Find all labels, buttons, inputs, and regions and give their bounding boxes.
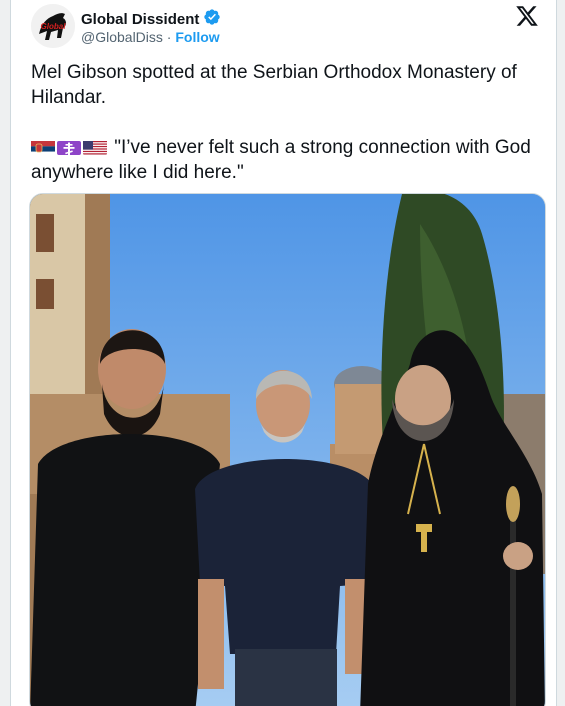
author-display-name[interactable]: Global Dissident xyxy=(81,11,199,28)
us-flag-icon xyxy=(83,139,107,155)
handle-separator: · xyxy=(166,29,172,45)
author-avatar[interactable]: Global xyxy=(31,4,75,48)
verified-badge-icon xyxy=(203,8,221,31)
author-name-row: Global Dissident xyxy=(81,8,221,31)
author-handle-row: @GlobalDiss · Follow xyxy=(81,29,220,45)
orthodox-cross-icon xyxy=(57,139,81,155)
tweet-text-line: Mel Gibson spotted at the Serbian Orthod… xyxy=(31,62,517,108)
svg-text:Global: Global xyxy=(41,22,67,31)
tweet-body: Mel Gibson spotted at the Serbian Orthod… xyxy=(31,60,538,185)
x-logo-icon[interactable] xyxy=(514,4,540,28)
follow-button[interactable]: Follow xyxy=(175,29,219,45)
author-handle[interactable]: @GlobalDiss xyxy=(81,29,163,45)
tweet-photo[interactable] xyxy=(29,193,546,706)
tweet-quote-line: "I’ve never felt such a strong connectio… xyxy=(31,135,538,185)
tweet-header: Global Global Dissident @GlobalDiss · Fo… xyxy=(31,4,540,48)
tweet-card: Global Global Dissident @GlobalDiss · Fo… xyxy=(10,0,557,706)
serbia-flag-icon xyxy=(31,139,55,155)
photo-scene xyxy=(30,194,545,706)
